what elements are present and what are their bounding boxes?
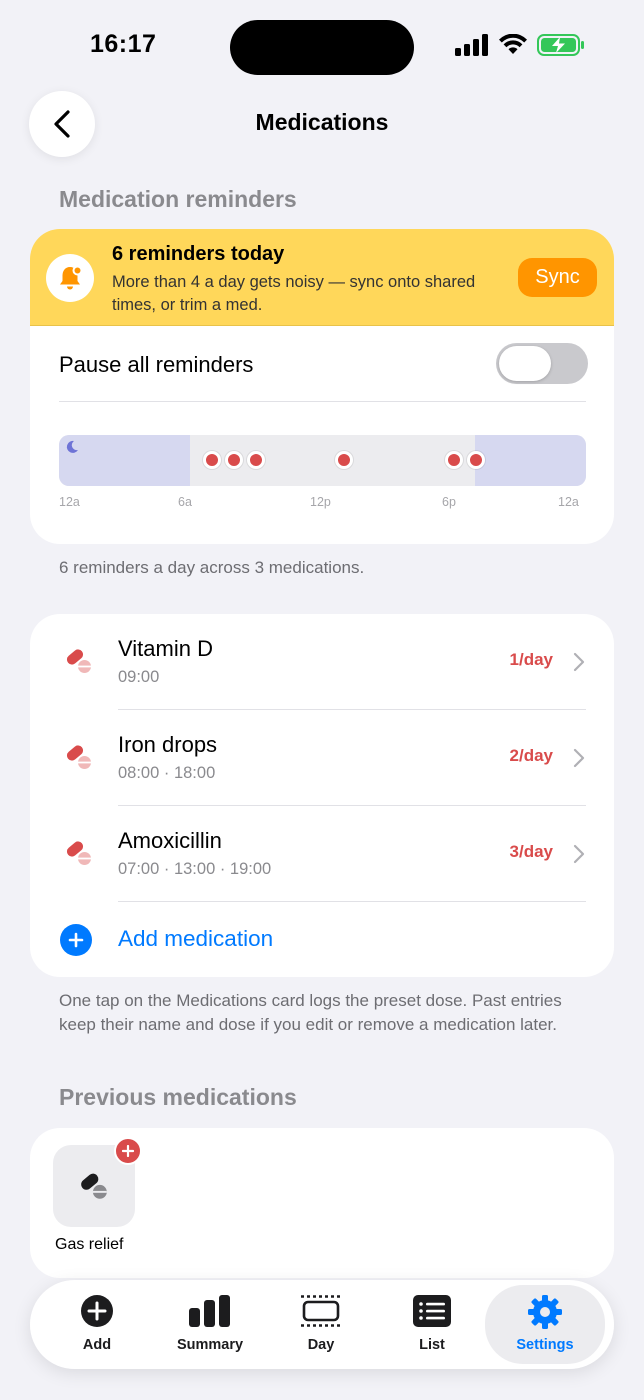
tab-settings[interactable]: Settings xyxy=(485,1285,605,1364)
medication-times: 09:00 xyxy=(118,668,160,686)
reminders-summary: 6 reminders a day across 3 medications. xyxy=(59,558,365,577)
tab-bar: Add Summary Day List Settings xyxy=(30,1280,614,1369)
bar-chart-icon xyxy=(189,1295,230,1327)
medication-row[interactable]: Amoxicillin 07:00 · 13:00 · 19:00 3/day xyxy=(30,806,614,902)
bell-badge xyxy=(46,254,94,302)
medication-name: Amoxicillin xyxy=(118,828,222,853)
medication-name: Vitamin D xyxy=(118,636,213,661)
timeline-tick: 12a xyxy=(558,495,579,509)
chevron-right-icon xyxy=(573,748,585,768)
gear-icon xyxy=(528,1295,562,1329)
reminder-dot xyxy=(203,451,221,469)
previous-medications-card: Gas relief xyxy=(30,1128,614,1278)
medication-row[interactable]: Vitamin D 09:00 1/day xyxy=(30,614,614,710)
tab-summary[interactable]: Summary xyxy=(154,1280,266,1369)
medication-row[interactable]: Iron drops 08:00 · 18:00 2/day xyxy=(30,710,614,806)
reminders-card: 6 reminders today More than 4 a day gets… xyxy=(30,229,614,544)
reminder-timeline xyxy=(59,435,586,486)
tab-label: List xyxy=(419,1337,445,1353)
tab-label: Add xyxy=(82,1337,112,1353)
banner-title: 6 reminders today xyxy=(112,243,285,265)
section-title-previous: Previous medications xyxy=(59,1084,297,1110)
pause-reminders-toggle[interactable] xyxy=(496,343,588,384)
chevron-right-icon xyxy=(573,844,585,864)
status-icons xyxy=(455,34,585,56)
tab-add[interactable]: Add xyxy=(41,1280,153,1369)
divider xyxy=(59,401,586,402)
restore-medication-button[interactable] xyxy=(114,1137,142,1165)
signal-icon xyxy=(455,34,488,56)
medications-card: Vitamin D 09:00 1/day Iron drops 08:00 ·… xyxy=(30,614,614,977)
day-icon xyxy=(301,1295,341,1327)
timeline-tick: 12a xyxy=(59,495,80,509)
tab-label: Day xyxy=(307,1337,335,1353)
reminder-dot xyxy=(467,451,485,469)
pill-icon xyxy=(66,841,91,865)
reminder-warning-banner: 6 reminders today More than 4 a day gets… xyxy=(30,229,614,326)
timeline-tick: 6a xyxy=(178,495,192,509)
section-title-reminders: Medication reminders xyxy=(59,186,297,212)
pill-icon xyxy=(81,1173,107,1199)
pause-reminders-label: Pause all reminders xyxy=(59,352,254,377)
timeline-tick: 6p xyxy=(442,495,456,509)
tab-label: Settings xyxy=(516,1337,574,1353)
banner-subtitle: More than 4 a day gets noisy — sync onto… xyxy=(112,273,476,314)
timeline-tick: 12p xyxy=(310,495,331,509)
night-band-evening xyxy=(475,435,586,486)
medications-note: One tap on the Medications card logs the… xyxy=(59,991,562,1034)
moon-icon xyxy=(66,440,78,453)
reminder-dot xyxy=(445,451,463,469)
reminder-dot xyxy=(225,451,243,469)
page-title: Medications xyxy=(255,109,389,135)
dynamic-island xyxy=(230,20,414,75)
medication-frequency: 1/day xyxy=(509,650,553,669)
reminder-dot xyxy=(335,451,353,469)
toggle-knob xyxy=(499,346,551,381)
pill-icon xyxy=(66,745,91,769)
pill-icon xyxy=(66,649,91,673)
tab-day[interactable]: Day xyxy=(265,1280,377,1369)
list-icon xyxy=(413,1295,451,1327)
medication-frequency: 2/day xyxy=(509,746,553,765)
previous-medication-name: Gas relief xyxy=(55,1236,124,1253)
chevron-right-icon xyxy=(573,652,585,672)
tab-label: Summary xyxy=(176,1337,244,1353)
medication-name: Iron drops xyxy=(118,732,218,757)
add-medication-label: Add medication xyxy=(118,926,274,951)
status-time: 16:17 xyxy=(90,30,157,58)
add-icon xyxy=(81,1295,113,1327)
reminder-dot xyxy=(247,451,265,469)
bell-icon xyxy=(60,265,83,290)
add-medication-button[interactable]: Add medication xyxy=(30,902,614,977)
plus-icon xyxy=(122,1145,134,1157)
medication-times: 08:00 · 18:00 xyxy=(118,764,216,782)
plus-circle-icon xyxy=(60,924,92,956)
sync-button[interactable]: Sync xyxy=(518,258,597,297)
tab-list[interactable]: List xyxy=(376,1280,488,1369)
medication-frequency: 3/day xyxy=(509,842,553,861)
wifi-icon xyxy=(499,34,527,54)
battery-charging-icon xyxy=(537,34,584,56)
medication-times: 07:00 · 13:00 · 19:00 xyxy=(118,860,272,878)
